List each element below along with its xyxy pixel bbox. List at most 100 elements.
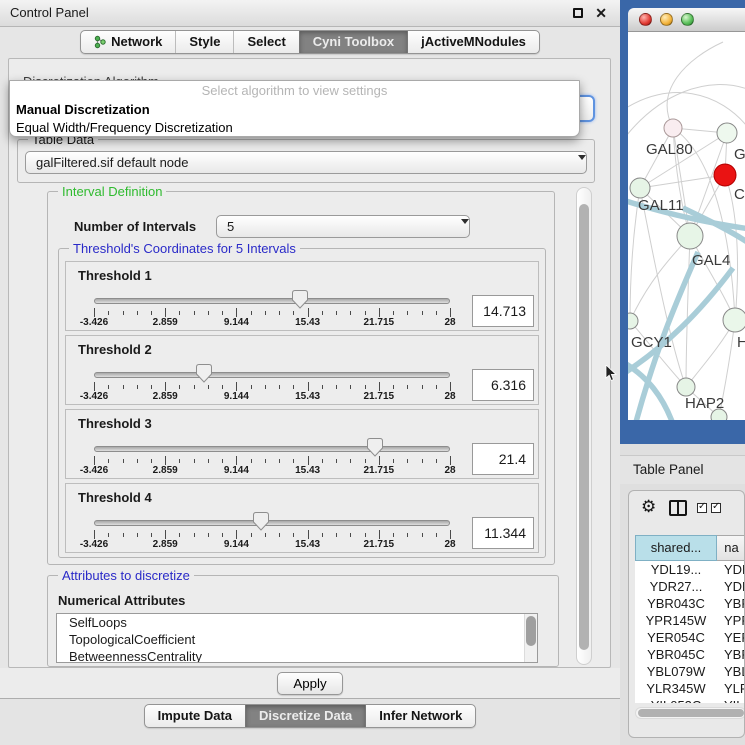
- node-label: GAL11: [638, 197, 684, 214]
- network-node[interactable]: [677, 378, 695, 396]
- network-node[interactable]: [664, 119, 682, 137]
- network-node[interactable]: [717, 123, 737, 143]
- threshold-slider-track[interactable]: [94, 446, 450, 452]
- scrollbar-thumb[interactable]: [638, 709, 744, 717]
- tick-mark: [365, 533, 366, 537]
- tab-discretize-data[interactable]: Discretize Data: [245, 705, 365, 727]
- tab-style[interactable]: Style: [175, 31, 233, 53]
- column-header-name[interactable]: na: [717, 535, 745, 561]
- cell-name[interactable]: YER0: [717, 629, 745, 646]
- threshold-slider-track[interactable]: [94, 298, 450, 304]
- threshold-slider-track[interactable]: [94, 372, 450, 378]
- table-horizontal-scrollbar[interactable]: [635, 707, 745, 719]
- tick-mark: [450, 456, 451, 465]
- node-table[interactable]: shared... na YDL19...YDL1YDR27...YDR2YBR…: [635, 535, 745, 703]
- scrollbar-thumb[interactable]: [526, 616, 536, 646]
- dropdown-item-manual[interactable]: Manual Discretization: [10, 101, 579, 119]
- tick-mark: [208, 459, 209, 463]
- cell-name[interactable]: YIL0: [717, 697, 745, 703]
- tick-mark: [436, 459, 437, 463]
- table-row[interactable]: YER054CYER0: [635, 629, 745, 646]
- list-scrollbar[interactable]: [524, 614, 537, 662]
- checkbox-icon[interactable]: [697, 503, 707, 513]
- cell-name[interactable]: YDR2: [717, 578, 745, 595]
- table-row[interactable]: YBL079WYBL0: [635, 663, 745, 680]
- tab-network[interactable]: Network: [81, 31, 175, 53]
- network-node[interactable]: [723, 308, 745, 332]
- tab-jactivemnodules[interactable]: jActiveMNodules: [407, 31, 539, 53]
- table-rows: YDL19...YDL1YDR27...YDR2YBR043CYBR0YPR14…: [635, 561, 745, 703]
- cell-shared-name[interactable]: YIL052C: [635, 697, 717, 703]
- threshold-value-field[interactable]: 11.344: [472, 517, 534, 549]
- network-node[interactable]: [677, 223, 703, 249]
- tab-infer-network[interactable]: Infer Network: [365, 705, 475, 727]
- table-row[interactable]: YDL19...YDL1: [635, 561, 745, 578]
- dropdown-item-equal-width[interactable]: Equal Width/Frequency Discretization: [10, 119, 579, 137]
- zoom-traffic-light-icon[interactable]: [681, 13, 694, 26]
- cell-shared-name[interactable]: YER054C: [635, 629, 717, 646]
- table-row[interactable]: YLR345WYLR3: [635, 680, 745, 697]
- tab-impute-data[interactable]: Impute Data: [145, 705, 245, 727]
- cell-name[interactable]: YBL0: [717, 663, 745, 680]
- apply-button[interactable]: Apply: [277, 672, 343, 695]
- cell-shared-name[interactable]: YDR27...: [635, 578, 717, 595]
- table-row[interactable]: YBR045CYBR0: [635, 646, 745, 663]
- threshold-value-field[interactable]: 21.4: [472, 443, 534, 475]
- cell-name[interactable]: YBR0: [717, 595, 745, 612]
- close-traffic-light-icon[interactable]: [639, 13, 652, 26]
- cell-name[interactable]: YDL1: [717, 561, 745, 578]
- threshold-slider-thumb[interactable]: [367, 438, 383, 457]
- attribute-list-item[interactable]: BetweennessCentrality: [57, 648, 537, 663]
- panel-vertical-scrollbar[interactable]: [576, 187, 592, 665]
- attribute-list-item[interactable]: SelfLoops: [57, 614, 537, 631]
- network-edge-weighted[interactable]: [628, 268, 733, 374]
- threshold-slider-thumb[interactable]: [253, 512, 269, 531]
- float-window-icon[interactable]: [573, 8, 583, 18]
- attribute-list-item[interactable]: TopologicalCoefficient: [57, 631, 537, 648]
- checkbox-icon[interactable]: [711, 503, 721, 513]
- threshold-slider-thumb[interactable]: [196, 364, 212, 383]
- table-data-combobox[interactable]: galFiltered.sif default node: [25, 151, 587, 174]
- tick-mark: [108, 459, 109, 463]
- network-node[interactable]: [630, 178, 650, 198]
- tab-label: Infer Network: [379, 705, 462, 727]
- cell-name[interactable]: YPR1: [717, 612, 745, 629]
- tab-select[interactable]: Select: [233, 31, 298, 53]
- threshold-value-field[interactable]: 6.316: [472, 369, 534, 401]
- network-edge[interactable]: [686, 236, 690, 387]
- cell-shared-name[interactable]: YDL19...: [635, 561, 717, 578]
- threshold-slider-thumb[interactable]: [292, 290, 308, 309]
- close-icon[interactable]: ✕: [595, 5, 607, 22]
- network-edge[interactable]: [630, 236, 690, 321]
- cell-shared-name[interactable]: YBL079W: [635, 663, 717, 680]
- table-row[interactable]: YPR145WYPR1: [635, 612, 745, 629]
- tab-cyni-toolbox[interactable]: Cyni Toolbox: [299, 31, 407, 53]
- numerical-attributes-list[interactable]: SelfLoopsTopologicalCoefficientBetweenne…: [56, 613, 538, 663]
- network-node[interactable]: [628, 313, 638, 329]
- cell-shared-name[interactable]: YPR145W: [635, 612, 717, 629]
- number-of-intervals-combobox[interactable]: 5: [216, 215, 470, 238]
- cell-name[interactable]: YLR3: [717, 680, 745, 697]
- table-row[interactable]: YBR043CYBR0: [635, 595, 745, 612]
- minimize-traffic-light-icon[interactable]: [660, 13, 673, 26]
- cell-shared-name[interactable]: YLR345W: [635, 680, 717, 697]
- threshold-slider-track[interactable]: [94, 520, 450, 526]
- network-canvas[interactable]: GAL80GACGAL11GAL4GCY1HHAP2: [628, 32, 745, 420]
- table-row[interactable]: YIL052CYIL0: [635, 697, 745, 703]
- columns-icon[interactable]: [669, 500, 687, 516]
- cell-shared-name[interactable]: YBR043C: [635, 595, 717, 612]
- tick-mark: [422, 311, 423, 315]
- combobox-value: galFiltered.sif default node: [36, 155, 188, 170]
- cell-shared-name[interactable]: YBR045C: [635, 646, 717, 663]
- cell-name[interactable]: YBR0: [717, 646, 745, 663]
- column-header-shared-name[interactable]: shared...: [635, 535, 717, 561]
- tab-label: Impute Data: [158, 705, 232, 727]
- gear-icon[interactable]: ⚙: [641, 497, 656, 517]
- threshold-value-field[interactable]: 14.713: [472, 295, 534, 327]
- network-node[interactable]: [714, 164, 736, 186]
- scrollbar-thumb[interactable]: [579, 204, 589, 650]
- tick-mark: [393, 533, 394, 537]
- tick-label: 21.715: [364, 539, 395, 550]
- tick-mark: [179, 459, 180, 463]
- table-row[interactable]: YDR27...YDR2: [635, 578, 745, 595]
